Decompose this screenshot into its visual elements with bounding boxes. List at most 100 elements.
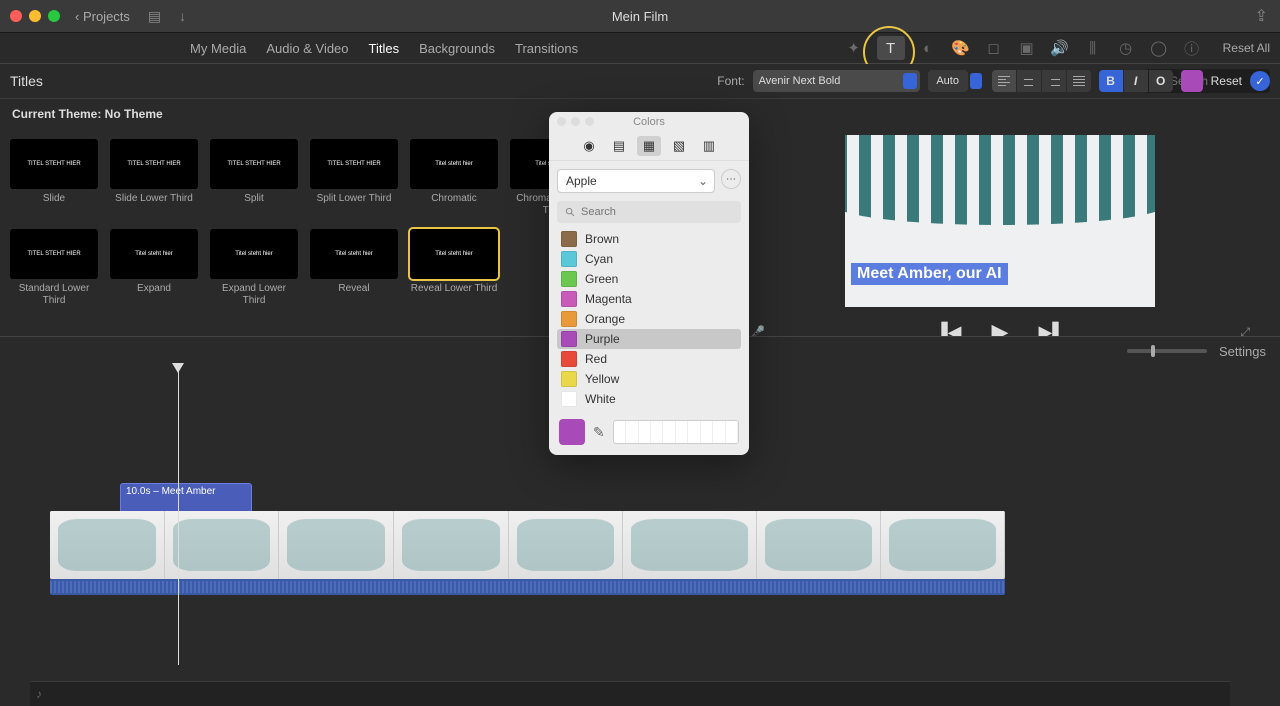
music-track[interactable]: ♪ bbox=[30, 681, 1230, 706]
search-icon bbox=[565, 207, 576, 218]
video-track[interactable] bbox=[50, 511, 1005, 579]
title-item[interactable]: TITEL STEHT HIERSlide bbox=[10, 139, 98, 217]
video-clip[interactable] bbox=[757, 511, 881, 579]
title-name-label: Standard Lower Third bbox=[10, 283, 98, 307]
align-left-button[interactable] bbox=[992, 70, 1016, 92]
video-clip[interactable] bbox=[50, 511, 165, 579]
preview-viewer[interactable]: Meet Amber, our AI bbox=[845, 135, 1155, 307]
color-item[interactable]: Cyan bbox=[557, 249, 741, 269]
title-item[interactable]: Titel steht hierChromatic bbox=[410, 139, 498, 217]
projects-label: Projects bbox=[83, 9, 130, 24]
audio-track[interactable] bbox=[50, 579, 1005, 595]
colors-bottom: ✎ bbox=[549, 409, 749, 455]
current-color-swatch[interactable] bbox=[559, 419, 585, 445]
colors-mode-tabs: ◉ ▤ ▦ ▧ ▥ bbox=[549, 132, 749, 161]
stabilize-icon[interactable]: ▣ bbox=[1017, 38, 1037, 58]
panel-close-button[interactable] bbox=[557, 117, 566, 126]
title-item[interactable]: Titel steht hierReveal bbox=[310, 229, 398, 307]
color-search[interactable] bbox=[557, 201, 741, 223]
color-item[interactable]: Purple bbox=[557, 329, 741, 349]
video-clip[interactable] bbox=[394, 511, 509, 579]
panel-zoom-button[interactable] bbox=[585, 117, 594, 126]
palette-options-button[interactable]: ⋯ bbox=[721, 169, 741, 189]
playhead[interactable] bbox=[178, 365, 179, 665]
apply-button[interactable]: ✓ bbox=[1250, 71, 1270, 91]
zoom-window-button[interactable] bbox=[48, 10, 60, 22]
video-clip[interactable] bbox=[165, 511, 280, 579]
title-thumb: Titel steht hier bbox=[310, 229, 398, 279]
pencils-tab[interactable]: ▥ bbox=[697, 136, 721, 156]
tab-audio-video[interactable]: Audio & Video bbox=[256, 41, 358, 56]
color-balance-icon[interactable]: ◐ bbox=[918, 38, 938, 58]
tab-transitions[interactable]: Transitions bbox=[505, 41, 588, 56]
color-item[interactable]: Green bbox=[557, 269, 741, 289]
color-wheel-tab[interactable]: ◉ bbox=[577, 136, 601, 156]
info-icon[interactable]: ⓘ bbox=[1182, 38, 1202, 58]
tab-my-media[interactable]: My Media bbox=[180, 41, 256, 56]
zoom-slider[interactable] bbox=[1127, 349, 1207, 353]
title-item[interactable]: Titel steht hierExpand bbox=[110, 229, 198, 307]
color-item[interactable]: Magenta bbox=[557, 289, 741, 309]
align-group bbox=[992, 70, 1091, 92]
tab-titles[interactable]: Titles bbox=[359, 41, 410, 56]
video-clip[interactable] bbox=[509, 511, 624, 579]
timeline-settings-button[interactable]: Settings bbox=[1219, 344, 1266, 359]
image-palettes-tab[interactable]: ▧ bbox=[667, 136, 691, 156]
title-item[interactable]: TITEL STEHT HIERSplit bbox=[210, 139, 298, 217]
import-icon[interactable]: ↓ bbox=[179, 8, 186, 24]
video-clip[interactable] bbox=[623, 511, 757, 579]
bold-button[interactable]: B bbox=[1099, 70, 1123, 92]
reset-all-button[interactable]: Reset All bbox=[1223, 41, 1270, 55]
close-window-button[interactable] bbox=[10, 10, 22, 22]
volume-icon[interactable]: 🔊 bbox=[1050, 38, 1070, 58]
speed-icon[interactable]: ◷ bbox=[1116, 38, 1136, 58]
outline-button[interactable]: O bbox=[1149, 70, 1173, 92]
minimize-window-button[interactable] bbox=[29, 10, 41, 22]
library-icon[interactable]: ▤ bbox=[148, 8, 161, 25]
align-justify-button[interactable] bbox=[1067, 70, 1091, 92]
color-item[interactable]: Orange bbox=[557, 309, 741, 329]
align-center-button[interactable] bbox=[1017, 70, 1041, 92]
font-select[interactable]: Avenir Next Bold bbox=[753, 70, 920, 92]
color-swatch bbox=[561, 291, 577, 307]
color-search-input[interactable] bbox=[581, 206, 733, 218]
share-icon[interactable]: ⇪ bbox=[1255, 6, 1268, 26]
reset-text-button[interactable]: Reset bbox=[1211, 74, 1242, 88]
panel-minimize-button[interactable] bbox=[571, 117, 580, 126]
title-overlay-text[interactable]: Meet Amber, our AI bbox=[851, 263, 1008, 285]
color-correction-icon[interactable]: 🎨 bbox=[951, 38, 971, 58]
color-item[interactable]: Yellow bbox=[557, 369, 741, 389]
text-color-swatch[interactable] bbox=[1181, 70, 1203, 92]
color-name: Green bbox=[585, 272, 618, 286]
color-wells[interactable] bbox=[613, 420, 739, 444]
browser-section-label: Titles bbox=[10, 73, 43, 89]
palette-select[interactable]: Apple bbox=[557, 169, 715, 193]
video-clip[interactable] bbox=[881, 511, 1005, 579]
video-clip[interactable] bbox=[279, 511, 394, 579]
title-item[interactable]: TITEL STEHT HIERSlide Lower Third bbox=[110, 139, 198, 217]
title-item[interactable]: TITEL STEHT HIERStandard Lower Third bbox=[10, 229, 98, 307]
text-adjust-icon[interactable]: T bbox=[877, 36, 905, 60]
projects-back-button[interactable]: ‹ Projects bbox=[75, 9, 130, 24]
eyedropper-icon[interactable]: ✎ bbox=[593, 424, 605, 441]
color-list: BrownCyan Green MagentaOrangePurpleRedYell… bbox=[549, 229, 749, 409]
title-clip[interactable]: 10.0s – Meet Amber bbox=[120, 483, 252, 513]
color-palettes-tab[interactable]: ▦ bbox=[637, 136, 661, 156]
equalizer-icon[interactable]: ⫼ bbox=[1083, 38, 1103, 58]
title-item[interactable]: TITEL STEHT HIERSplit Lower Third bbox=[310, 139, 398, 217]
tab-backgrounds[interactable]: Backgrounds bbox=[409, 41, 505, 56]
color-item[interactable]: White bbox=[557, 389, 741, 409]
title-item[interactable]: Titel steht hierExpand Lower Third bbox=[210, 229, 298, 307]
color-item[interactable]: Brown bbox=[557, 229, 741, 249]
enhance-icon[interactable]: ✦ bbox=[844, 38, 864, 58]
color-sliders-tab[interactable]: ▤ bbox=[607, 136, 631, 156]
project-title: Mein Film bbox=[612, 9, 668, 24]
color-item[interactable]: Red bbox=[557, 349, 741, 369]
title-item[interactable]: Titel steht hierReveal Lower Third bbox=[410, 229, 498, 307]
align-right-button[interactable] bbox=[1042, 70, 1066, 92]
italic-button[interactable]: I bbox=[1124, 70, 1148, 92]
crop-icon[interactable]: ◻ bbox=[984, 38, 1004, 58]
size-select[interactable]: Auto bbox=[928, 70, 968, 92]
title-thumb: TITEL STEHT HIER bbox=[310, 139, 398, 189]
filter-icon[interactable]: ◯ bbox=[1149, 38, 1169, 58]
